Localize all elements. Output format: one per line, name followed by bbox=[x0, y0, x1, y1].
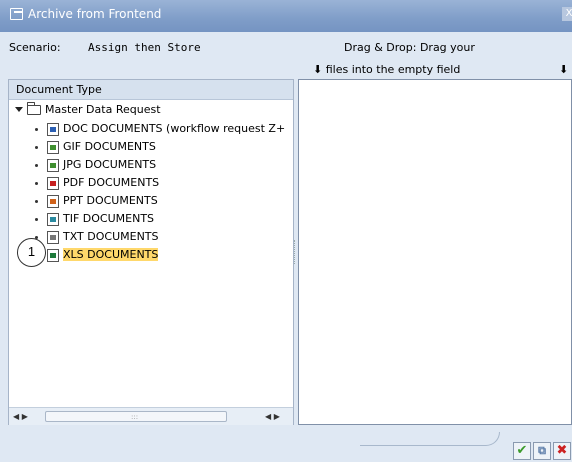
word-doc-icon bbox=[47, 122, 59, 136]
scenario-label: Scenario: bbox=[9, 41, 61, 54]
pdf-doc-icon bbox=[47, 176, 59, 190]
horizontal-scrollbar[interactable]: ◀ ▶ ::: ◀ ▶ bbox=[9, 407, 293, 425]
archive-icon bbox=[10, 8, 23, 20]
tree-column-header[interactable]: Document Type bbox=[9, 80, 293, 100]
drag-drop-hint-line1: Drag & Drop: Drag your bbox=[344, 41, 475, 54]
excel-doc-icon bbox=[47, 248, 59, 262]
close-button[interactable]: X bbox=[562, 7, 572, 21]
tree-item-pdf-documents[interactable]: PDF DOCUMENTS bbox=[35, 174, 161, 192]
drop-field[interactable] bbox=[298, 79, 572, 425]
folder-icon bbox=[27, 102, 41, 115]
copy-button[interactable]: ⧉ bbox=[533, 442, 551, 460]
step-callout-1: 1 bbox=[17, 238, 46, 267]
image-doc-icon bbox=[47, 140, 59, 154]
ppt-doc-icon bbox=[47, 194, 59, 208]
cancel-button[interactable]: ✖ bbox=[553, 442, 571, 460]
tree-item-tif-documents[interactable]: TIF DOCUMENTS bbox=[35, 210, 156, 228]
tree-node-master-data-request[interactable]: Master Data Request bbox=[13, 101, 161, 119]
scenario-value: Assign then Store bbox=[88, 41, 201, 54]
tree-item-xls-documents[interactable]: XLS DOCUMENTS bbox=[35, 246, 160, 264]
down-arrow-icon: ⬇ bbox=[313, 63, 323, 76]
scroll-arrows-right[interactable]: ◀ ▶ bbox=[265, 412, 280, 421]
document-type-tree[interactable]: Document Type Master Data Request DOC DO… bbox=[8, 79, 294, 425]
tree-item-txt-documents[interactable]: TXT DOCUMENTS bbox=[35, 228, 161, 246]
confirm-button[interactable]: ✔ bbox=[513, 442, 531, 460]
tree-item-jpg-documents[interactable]: JPG DOCUMENTS bbox=[35, 156, 158, 174]
tree-item-ppt-documents[interactable]: PPT DOCUMENTS bbox=[35, 192, 160, 210]
image-doc-icon bbox=[47, 158, 59, 172]
txt-doc-icon bbox=[47, 230, 59, 244]
panel-splitter[interactable] bbox=[294, 240, 297, 264]
scrollbar-thumb[interactable]: ::: bbox=[45, 411, 227, 422]
scroll-arrows-left[interactable]: ◀ ▶ bbox=[13, 412, 28, 421]
expand-triangle-icon[interactable] bbox=[15, 107, 23, 112]
drag-drop-hint-line2: ⬇ files into the empty field bbox=[313, 63, 461, 76]
tree-item-doc-documents[interactable]: DOC DOCUMENTS (workflow request Z+ bbox=[35, 120, 287, 138]
window-titlebar: Archive from Frontend X bbox=[0, 0, 572, 32]
tif-doc-icon bbox=[47, 212, 59, 226]
status-divider bbox=[360, 432, 500, 446]
tree-node-label: Master Data Request bbox=[45, 103, 161, 116]
window-title: Archive from Frontend bbox=[28, 7, 162, 21]
down-arrow-icon: ⬇ bbox=[559, 63, 569, 76]
tree-item-gif-documents[interactable]: GIF DOCUMENTS bbox=[35, 138, 158, 156]
